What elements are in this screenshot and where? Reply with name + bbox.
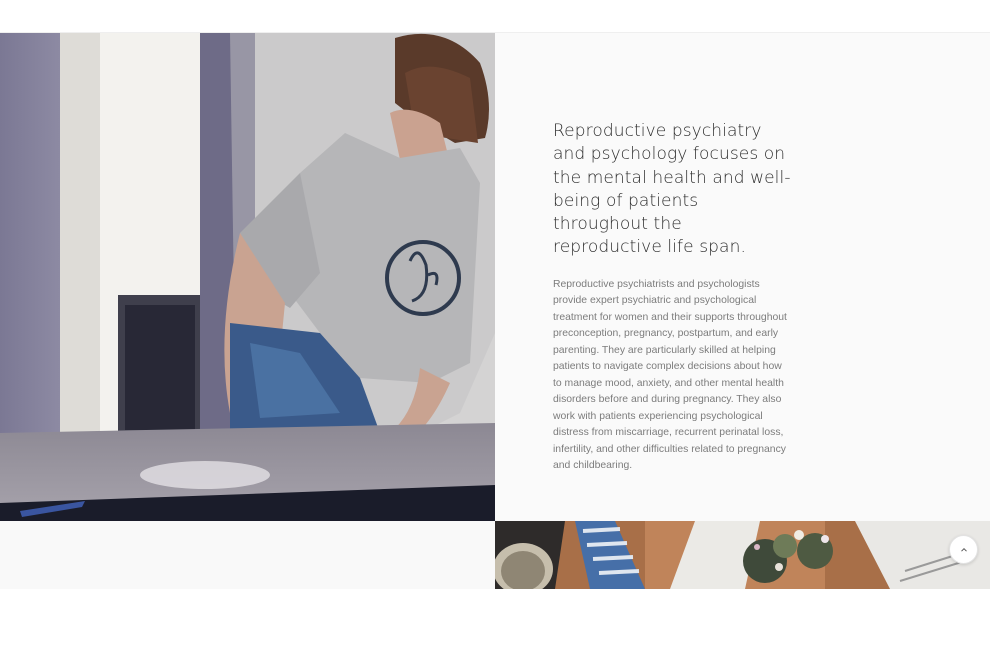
top-header-bar — [0, 0, 990, 33]
still-life-photo — [495, 521, 990, 589]
intro-text-panel: Reproductive psychiatry and psychology f… — [495, 33, 990, 521]
chevron-up-icon — [960, 547, 967, 552]
intro-text-block: Reproductive psychiatry and psychology f… — [553, 120, 791, 475]
section-body-text: Reproductive psychiatrists and psycholog… — [553, 278, 787, 472]
scroll-to-top-button[interactable] — [949, 535, 978, 564]
section-headline: Reproductive psychiatry and psychology f… — [553, 121, 791, 258]
lower-left-panel — [0, 521, 495, 589]
artist-drawing-photo — [0, 33, 495, 521]
